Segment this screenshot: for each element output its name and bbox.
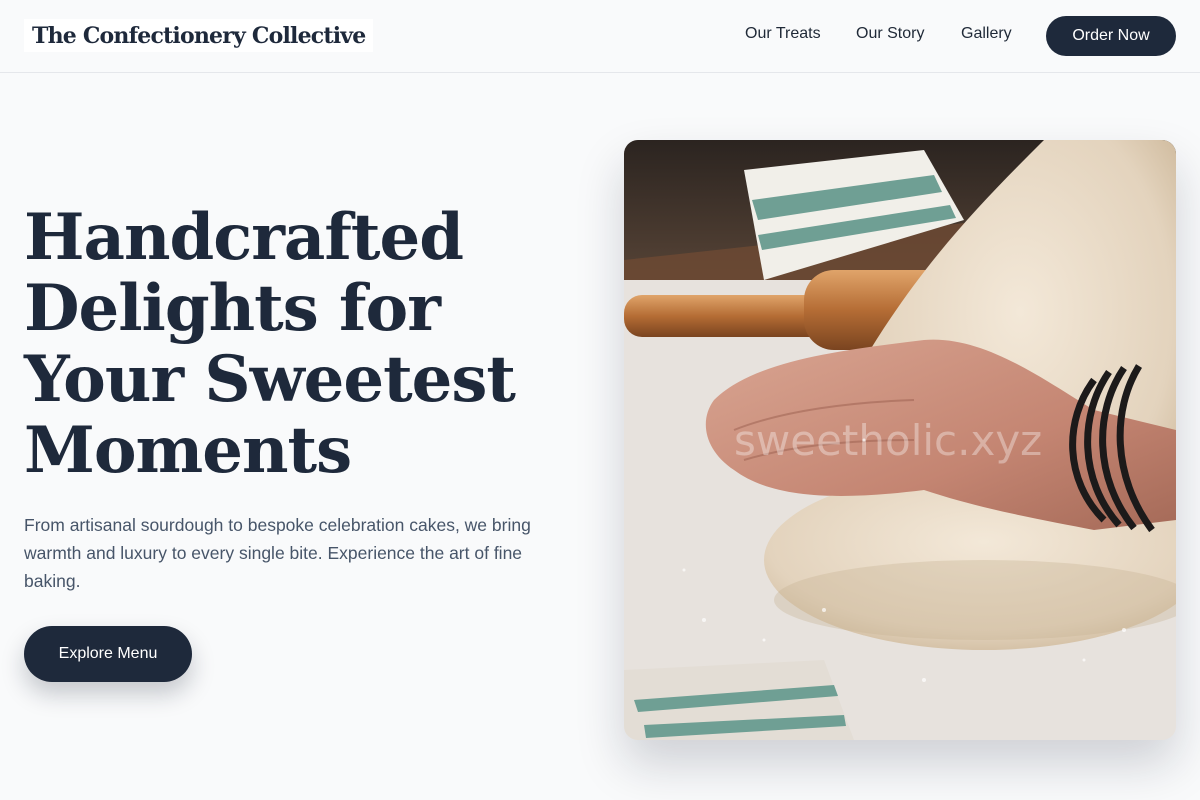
hero-title: Handcrafted Delights for Your Sweetest M… (24, 202, 584, 486)
hero-description: From artisanal sourdough to bespoke cele… (24, 515, 531, 591)
site-header: The Confectionery Collective Our Treats … (0, 0, 1200, 73)
nav-link-our-story[interactable]: Our Story (856, 24, 924, 44)
hero-title-line: Moments (24, 413, 352, 488)
order-now-button[interactable]: Order Now (1046, 16, 1176, 56)
brand-logo[interactable]: The Confectionery Collective (24, 19, 374, 52)
towel-bottom (624, 660, 854, 740)
watermark: sweetholic.xyz (734, 416, 1042, 465)
nav-link-our-treats[interactable]: Our Treats (745, 24, 821, 44)
hero-title-line: Handcrafted (24, 200, 464, 275)
hero-image: sweetholic.xyz (624, 140, 1176, 740)
nav-link-gallery[interactable]: Gallery (961, 24, 1012, 44)
dough-kneading-photo: sweetholic.xyz (624, 140, 1176, 740)
hero-title-line: Your Sweetest (24, 342, 516, 417)
hero-title-line: Delights for (24, 271, 441, 346)
explore-menu-button[interactable]: Explore Menu (24, 626, 192, 682)
